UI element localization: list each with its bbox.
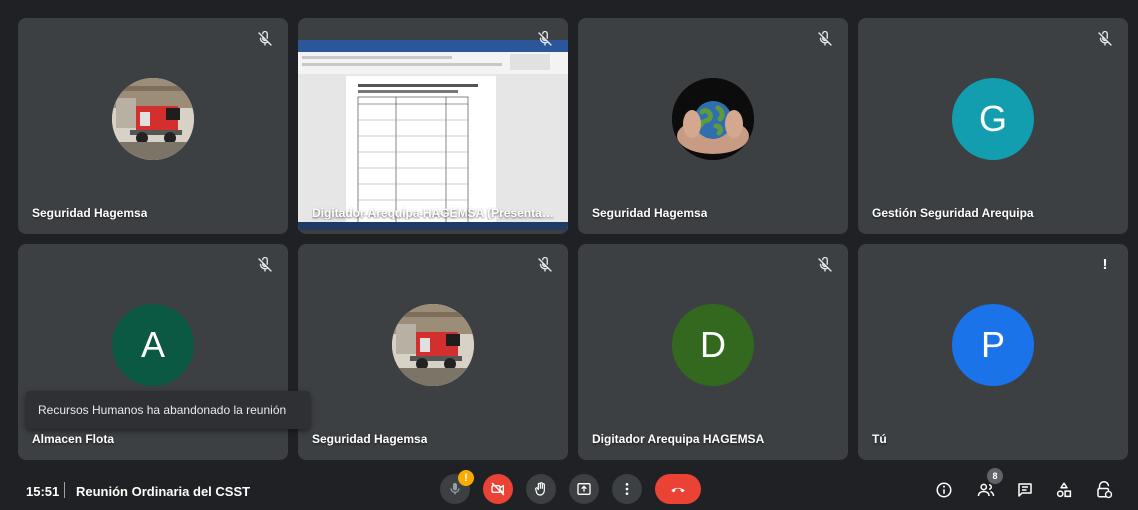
participant-name: Digitador Arequipa HAGEMSA (Presentaci..… (312, 206, 557, 220)
activities-icon (1056, 482, 1072, 498)
microphone-button[interactable]: ! (440, 470, 474, 504)
mic-off-icon (538, 256, 552, 272)
participant-name: Digitador Arequipa HAGEMSA (592, 432, 765, 446)
meeting-time: 15:51 (26, 484, 60, 499)
participant-name: Almacen Flota (32, 432, 115, 446)
participant-tile[interactable]: Seguridad Hagemsa (298, 244, 568, 460)
chat-button[interactable] (1013, 478, 1037, 502)
present-screen-icon (577, 483, 591, 495)
participant-tile[interactable]: G Gestión Seguridad Arequipa (858, 18, 1128, 234)
participant-tile[interactable]: D Digitador Arequipa HAGEMSA (578, 244, 848, 460)
leave-call-button[interactable] (655, 474, 701, 504)
mic-off-icon (258, 30, 272, 46)
people-button[interactable]: 8 (974, 468, 1003, 502)
hand-icon (535, 482, 545, 496)
chat-icon (1018, 483, 1032, 497)
participant-tile-self[interactable]: ! P Tú (858, 244, 1128, 460)
participant-name: Tú (872, 432, 887, 446)
shared-screen (298, 40, 568, 230)
participant-tile-presentation[interactable]: Digitador Arequipa HAGEMSA (Presentaci..… (298, 18, 568, 234)
avatar: A (112, 304, 194, 386)
warning-badge: ! (458, 470, 474, 486)
camera-button[interactable] (483, 474, 513, 504)
raise-hand-button[interactable] (526, 474, 556, 504)
avatar: D (672, 304, 754, 386)
participant-name: Seguridad Hagemsa (312, 432, 428, 446)
mic-off-icon (818, 256, 832, 272)
avatar (112, 78, 194, 160)
host-controls-button[interactable] (1092, 478, 1116, 502)
present-button[interactable] (569, 474, 599, 504)
hang-up-icon (671, 487, 685, 493)
meeting-title: Reunión Ordinaria del CSST (76, 484, 251, 499)
truck-photo (112, 78, 194, 160)
avatar (392, 304, 474, 386)
avatar: G (952, 78, 1034, 160)
mic-off-icon (538, 30, 552, 46)
more-vert-icon (625, 483, 629, 495)
earth-in-hands-photo (672, 78, 754, 160)
divider (64, 482, 65, 498)
meeting-details-button[interactable] (932, 478, 956, 502)
info-icon (936, 482, 952, 498)
mic-off-icon (258, 256, 272, 272)
bottom-bar: 15:51 Reunión Ordinaria del CSST ! 8 (0, 460, 1138, 510)
participant-name: Seguridad Hagemsa (32, 206, 148, 220)
participant-name: Gestión Seguridad Arequipa (872, 206, 1034, 220)
avatar: P (952, 304, 1034, 386)
more-options-button[interactable] (612, 474, 642, 504)
participant-tile[interactable]: Seguridad Hagemsa (578, 18, 848, 234)
participant-tile[interactable]: Seguridad Hagemsa (18, 18, 288, 234)
lock-person-icon (1097, 481, 1113, 499)
activities-button[interactable] (1052, 478, 1076, 502)
notification-toast: Recursos Humanos ha abandonado la reunió… (26, 391, 310, 429)
avatar (672, 78, 754, 160)
mic-off-icon (1098, 30, 1112, 46)
people-count-badge: 8 (987, 468, 1003, 484)
truck-photo (392, 304, 474, 386)
mic-off-icon (818, 30, 832, 46)
alert-icon: ! (1102, 256, 1108, 273)
camera-off-icon (491, 482, 505, 496)
participant-name: Seguridad Hagemsa (592, 206, 708, 220)
